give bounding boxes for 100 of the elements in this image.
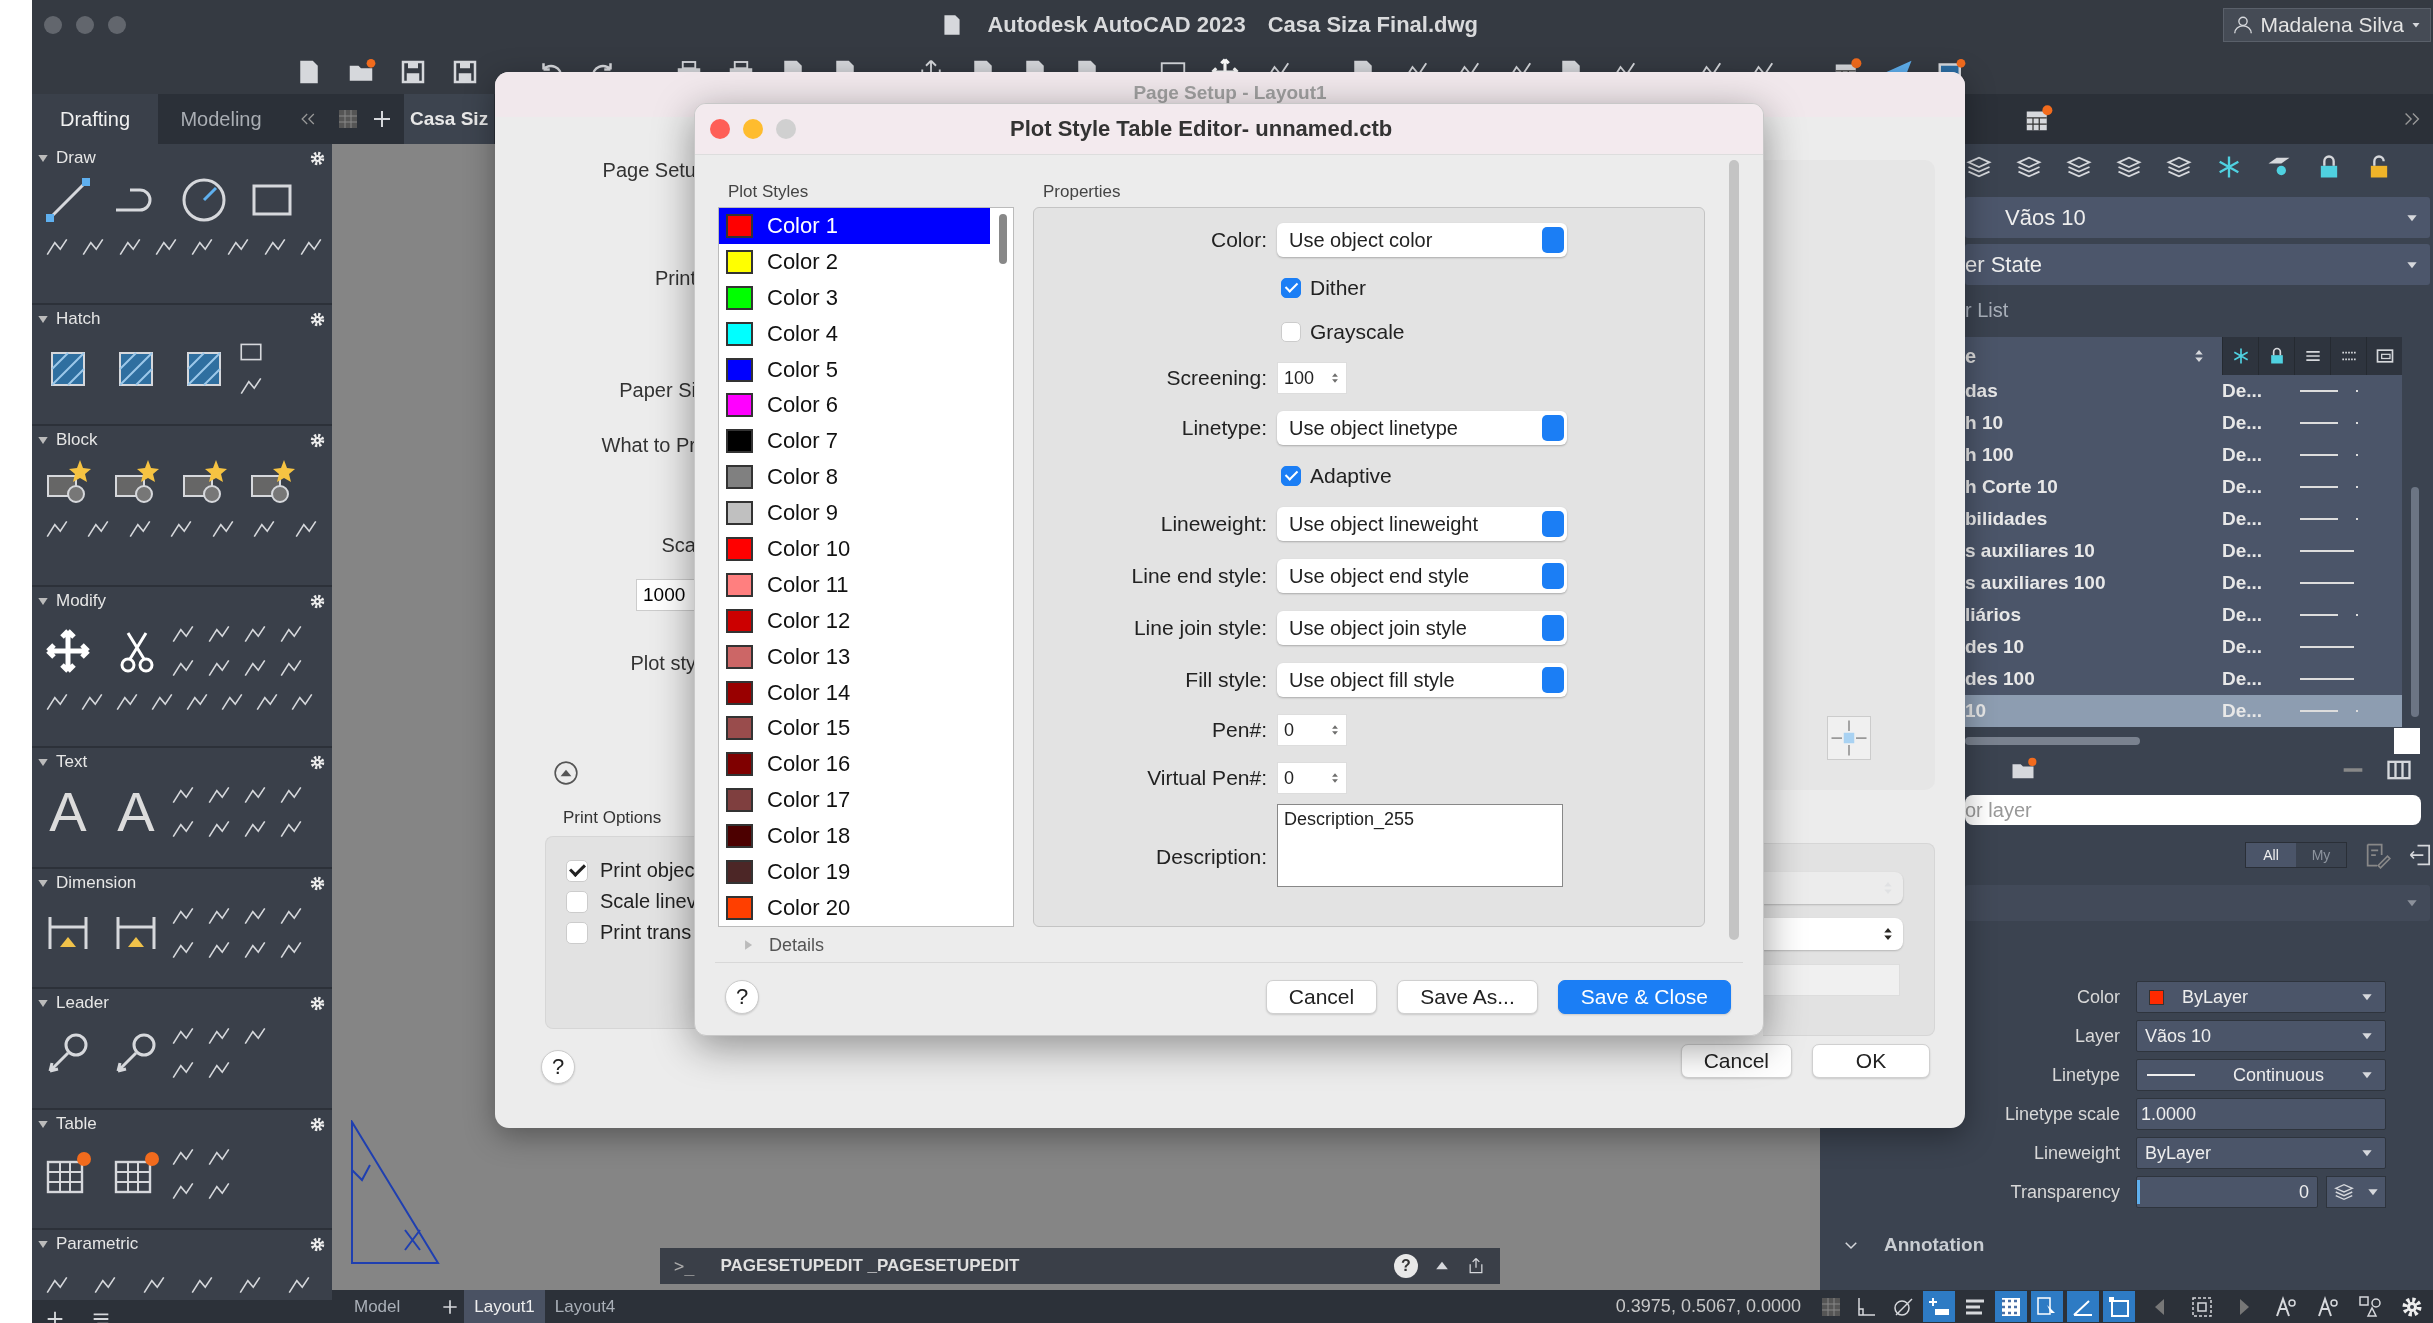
list-item[interactable]: Color 14 xyxy=(719,674,990,711)
list-item[interactable]: Color 8 xyxy=(719,459,990,496)
layer-row[interactable]: liários De... xyxy=(1965,599,2402,631)
layer-row[interactable]: h Corte 10 De... xyxy=(1965,471,2402,503)
settings-icon[interactable] xyxy=(309,753,326,771)
number-field[interactable]: 0 xyxy=(1277,762,1347,794)
toggle-button[interactable] xyxy=(1995,1291,2027,1322)
layer-dropdown[interactable]: Vãos 10 xyxy=(1965,197,2430,238)
circle-icon[interactable] xyxy=(180,176,228,224)
list-item[interactable]: Color 18 xyxy=(719,818,990,855)
list-item[interactable]: Color 16 xyxy=(719,746,990,783)
list-item[interactable]: Color 19 xyxy=(719,854,990,890)
settings-icon[interactable] xyxy=(309,874,326,892)
dialog-button[interactable]: OK xyxy=(1812,1044,1930,1078)
search-field[interactable]: or layer xyxy=(1965,795,2421,825)
window-control[interactable] xyxy=(710,119,730,139)
tiles-icon[interactable] xyxy=(336,107,360,131)
checkbox[interactable] xyxy=(1281,322,1301,342)
list-item[interactable]: Color 13 xyxy=(719,638,990,675)
list-item[interactable]: Color 2 xyxy=(719,243,990,280)
scrollbar[interactable] xyxy=(1729,160,1739,940)
focus-icon[interactable] xyxy=(2190,1294,2214,1319)
slider-thumb[interactable] xyxy=(2137,1180,2140,1204)
layout-tab[interactable]: Model xyxy=(344,1290,411,1323)
toggle-button[interactable] xyxy=(2031,1291,2063,1322)
input-field[interactable] xyxy=(1763,964,1900,996)
checkbox[interactable] xyxy=(1281,278,1301,298)
number-field[interactable]: 0 xyxy=(1277,714,1347,746)
list-item[interactable]: Color 10 xyxy=(719,531,990,567)
layout-tab[interactable]: Layout4 xyxy=(544,1290,626,1323)
dropdown[interactable]: Use object join style xyxy=(1277,611,1567,645)
layer-row[interactable]: s auxiliares 10 De... xyxy=(1965,535,2402,567)
layer-row[interactable]: h 100 De... xyxy=(1965,439,2402,471)
layer-row[interactable]: des 10 De... xyxy=(1965,631,2402,663)
help-button[interactable]: ? xyxy=(725,980,759,1014)
document-tab[interactable]: Casa Siz xyxy=(404,94,495,144)
settings-icon[interactable] xyxy=(309,310,326,328)
annotation-icon[interactable] xyxy=(2274,1294,2298,1319)
list-item[interactable]: Color 9 xyxy=(719,495,990,531)
list-item[interactable]: Color 11 xyxy=(719,566,990,603)
user-button[interactable]: Madalena Silva xyxy=(2223,8,2431,42)
annotation-icon[interactable] xyxy=(2316,1294,2340,1319)
disclosure-label[interactable]: Details xyxy=(769,934,825,956)
dropdown[interactable]: Use object linetype xyxy=(1277,411,1567,445)
checkbox[interactable] xyxy=(566,890,588,913)
layer-state-dropdown[interactable]: er State xyxy=(1965,244,2430,285)
scrollbar[interactable] xyxy=(1965,737,2140,745)
dialog-button[interactable]: Save As... xyxy=(1397,980,1538,1014)
number-field[interactable]: 100 xyxy=(1277,362,1347,394)
property-dropdown[interactable]: ByLayer xyxy=(2136,1137,2386,1169)
settings-icon[interactable] xyxy=(309,431,326,449)
block-icon[interactable] xyxy=(180,458,228,506)
filter-tab[interactable]: All xyxy=(2246,843,2296,867)
settings-icon[interactable] xyxy=(309,1235,326,1253)
scrollbar[interactable] xyxy=(999,214,1007,264)
block-icon[interactable] xyxy=(112,458,160,506)
transparency-slider[interactable]: 0 xyxy=(2136,1176,2318,1208)
settings-icon[interactable] xyxy=(309,149,326,167)
property-field[interactable]: 1.0000 xyxy=(2136,1098,2386,1130)
toggle-button[interactable] xyxy=(1923,1291,1955,1322)
settings-icon[interactable] xyxy=(309,592,326,610)
dialog-button[interactable]: Cancel xyxy=(1265,980,1378,1014)
checkbox[interactable] xyxy=(566,921,588,944)
scrollbar[interactable] xyxy=(2411,487,2419,717)
checkbox[interactable] xyxy=(566,859,588,882)
dropdown[interactable]: Use object end style xyxy=(1277,559,1567,593)
block-icon[interactable] xyxy=(248,458,296,506)
toggle-button[interactable] xyxy=(2103,1291,2135,1322)
help-button[interactable]: ? xyxy=(1394,1254,1418,1278)
settings-icon[interactable] xyxy=(309,994,326,1012)
text-tool-icon[interactable]: A xyxy=(44,782,92,842)
list-item[interactable]: Color 6 xyxy=(719,387,990,424)
dialog-button[interactable]: Save & Close xyxy=(1557,980,1731,1014)
layer-row[interactable]: des 100 De... xyxy=(1965,663,2402,695)
dialog-button[interactable]: Cancel xyxy=(1680,1044,1792,1078)
list-item[interactable]: Color 17 xyxy=(719,782,990,819)
dropdown[interactable]: Use object lineweight xyxy=(1277,507,1567,541)
linetype-dropdown[interactable]: Continuous xyxy=(2136,1059,2386,1091)
layer-row[interactable]: h 10 De... xyxy=(1965,407,2402,439)
line-icon[interactable] xyxy=(44,176,92,224)
scale-field[interactable]: 1000 xyxy=(636,579,696,611)
expand-up-icon[interactable] xyxy=(553,760,579,786)
list-item[interactable]: Color 7 xyxy=(719,423,990,460)
layers-dropdown[interactable] xyxy=(2326,1176,2386,1208)
block-icon[interactable] xyxy=(44,458,92,506)
toggle-button[interactable] xyxy=(2067,1291,2099,1322)
dropdown[interactable]: Use object fill style xyxy=(1277,663,1567,697)
list-item[interactable]: Color 20 xyxy=(719,889,990,926)
list-item[interactable]: Color 15 xyxy=(719,710,990,747)
property-dropdown[interactable]: Vãos 10 xyxy=(2136,1020,2386,1052)
list-item[interactable]: Color 3 xyxy=(719,279,990,316)
list-item[interactable]: Color 12 xyxy=(719,602,990,639)
list-item[interactable]: Color 5 xyxy=(719,351,990,388)
layer-row[interactable]: das De... xyxy=(1965,375,2402,407)
dropdown[interactable]: Use object color xyxy=(1277,223,1567,257)
description-field[interactable]: Description_255 xyxy=(1277,804,1563,887)
column-header[interactable]: e xyxy=(1965,337,2222,375)
color-dropdown[interactable]: ByLayer xyxy=(2136,981,2386,1013)
layer-row[interactable]: bilidades De... xyxy=(1965,503,2402,535)
shapes-icon[interactable] xyxy=(2358,1294,2382,1319)
